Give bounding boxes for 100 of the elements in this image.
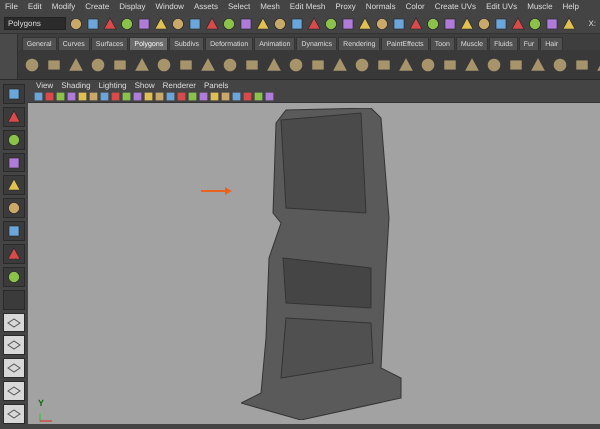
- menu-item[interactable]: Create: [80, 0, 114, 14]
- toolbar-icon[interactable]: [205, 16, 219, 30]
- tool-button[interactable]: [3, 175, 25, 196]
- toolbar-icon[interactable]: [409, 16, 423, 30]
- shelf-icon[interactable]: [530, 56, 546, 72]
- tool-button[interactable]: [3, 106, 25, 127]
- toolbar-icon[interactable]: [426, 16, 440, 30]
- layout-icon: [7, 361, 21, 376]
- toolbar-icon[interactable]: [171, 16, 185, 30]
- panel-menu-item[interactable]: Shading: [57, 80, 95, 91]
- toolbar-icon[interactable]: [137, 16, 151, 30]
- tool-button[interactable]: [3, 244, 25, 264]
- toolbar-icon[interactable]: [562, 16, 576, 30]
- layout-icon: [7, 316, 21, 330]
- panel-menu-item[interactable]: Show: [130, 80, 159, 91]
- toolbar-icon[interactable]: [256, 16, 270, 30]
- tool-icon[interactable]: [7, 224, 21, 238]
- shelf-icon[interactable]: [354, 56, 370, 72]
- menu-item[interactable]: Edit Mesh: [284, 0, 330, 14]
- coordinate-label: X:: [588, 18, 596, 30]
- layout-button[interactable]: [3, 358, 25, 378]
- tool-button[interactable]: [3, 130, 25, 150]
- menu-item[interactable]: Modify: [46, 0, 80, 14]
- shelf-icon[interactable]: [266, 56, 282, 72]
- panel-menu-item[interactable]: View: [32, 80, 58, 91]
- menu-item[interactable]: Select: [222, 0, 256, 14]
- shelf-icon[interactable]: [552, 56, 568, 72]
- menu-item[interactable]: Mesh: [255, 0, 285, 14]
- toolbar-icon[interactable]: [324, 16, 338, 30]
- toolbar-icon[interactable]: [69, 16, 83, 30]
- panel-menu-item[interactable]: Lighting: [94, 80, 131, 91]
- toolbar-icon[interactable]: [86, 16, 100, 30]
- panel-menu-item[interactable]: Panels: [200, 80, 232, 91]
- tool-icon[interactable]: [7, 178, 21, 192]
- tool-icon[interactable]: [7, 132, 21, 147]
- arrow-icon: [201, 186, 233, 196]
- toolbar-icon[interactable]: [103, 16, 117, 30]
- shelf-icon[interactable]: [486, 56, 502, 72]
- tool-icon[interactable]: [7, 110, 21, 124]
- toolbar-icon[interactable]: [511, 16, 525, 30]
- toolbar-icon[interactable]: [477, 16, 491, 30]
- menu-item[interactable]: Create UVs: [430, 0, 482, 14]
- toolbar-icon[interactable]: [154, 16, 168, 30]
- shelf-icon[interactable]: [288, 56, 304, 72]
- tool-icon[interactable]: [7, 156, 21, 170]
- toolbar-icon[interactable]: [273, 16, 287, 30]
- shelf-icon[interactable]: [200, 56, 216, 72]
- shelf-icon[interactable]: [398, 56, 414, 72]
- toolbar-icon[interactable]: [528, 16, 542, 30]
- toolbar-icon[interactable]: [392, 16, 406, 30]
- tool-button[interactable]: [3, 152, 25, 172]
- tool-button[interactable]: [3, 266, 25, 287]
- toolbar-icon[interactable]: [375, 16, 389, 30]
- panel-menu-item[interactable]: Renderer: [158, 80, 200, 91]
- layout-button[interactable]: [3, 312, 25, 332]
- shelf-icon[interactable]: [134, 56, 150, 72]
- tool-icon[interactable]: [7, 86, 21, 101]
- shelf-icon[interactable]: [222, 56, 238, 72]
- tool-icon[interactable]: [7, 270, 21, 284]
- toolbar-icon[interactable]: [460, 16, 474, 30]
- tool-button[interactable]: [3, 84, 25, 104]
- shelf-icon[interactable]: [420, 56, 436, 72]
- tool-icon[interactable]: [7, 201, 21, 216]
- shelf-icon[interactable]: [68, 56, 84, 72]
- toolbar-icon[interactable]: [494, 16, 508, 30]
- layout-icon: [7, 406, 21, 421]
- menu-item[interactable]: Edit: [22, 0, 47, 14]
- menu-item[interactable]: Edit UVs: [481, 0, 522, 14]
- menu-item[interactable]: Proxy: [330, 0, 361, 14]
- tool-icon[interactable]: [7, 246, 21, 261]
- menu-item[interactable]: Assets: [188, 0, 223, 14]
- toolbar-icon[interactable]: [290, 16, 304, 30]
- menu-item[interactable]: Display: [114, 0, 150, 14]
- toolbar-icon[interactable]: [358, 16, 372, 30]
- shelf-icon[interactable]: [156, 56, 172, 72]
- toolbar-icon[interactable]: [545, 16, 559, 30]
- shelf-icon[interactable]: [24, 56, 40, 72]
- layout-button[interactable]: [3, 335, 25, 356]
- toolbar-icon[interactable]: [222, 16, 236, 30]
- menu-item[interactable]: Color: [400, 0, 430, 14]
- toolbar-icon[interactable]: [188, 16, 202, 30]
- toolbar-icon[interactable]: [443, 16, 457, 30]
- shelf-icon[interactable]: [464, 56, 480, 72]
- shelf-icon[interactable]: [90, 56, 106, 72]
- menu-item[interactable]: Window: [150, 0, 189, 14]
- tool-button[interactable]: [3, 198, 25, 218]
- toolbar-icon[interactable]: [120, 16, 134, 30]
- menu-item[interactable]: Muscle: [522, 0, 558, 14]
- toolbar-icon[interactable]: [341, 16, 355, 30]
- menu-item[interactable]: Help: [558, 0, 584, 14]
- toolbar-icon[interactable]: [239, 16, 253, 30]
- tool-button[interactable]: [3, 221, 25, 242]
- menu-item[interactable]: File: [0, 0, 23, 14]
- layout-button[interactable]: [3, 404, 25, 424]
- toolbar-icon[interactable]: [307, 16, 321, 30]
- shelf-icon[interactable]: [332, 56, 348, 72]
- menu-set-dropdown[interactable]: Polygons: [4, 17, 66, 30]
- layout-icon: [7, 338, 21, 352]
- menu-item[interactable]: Normals: [360, 0, 401, 14]
- layout-button[interactable]: [3, 381, 25, 402]
